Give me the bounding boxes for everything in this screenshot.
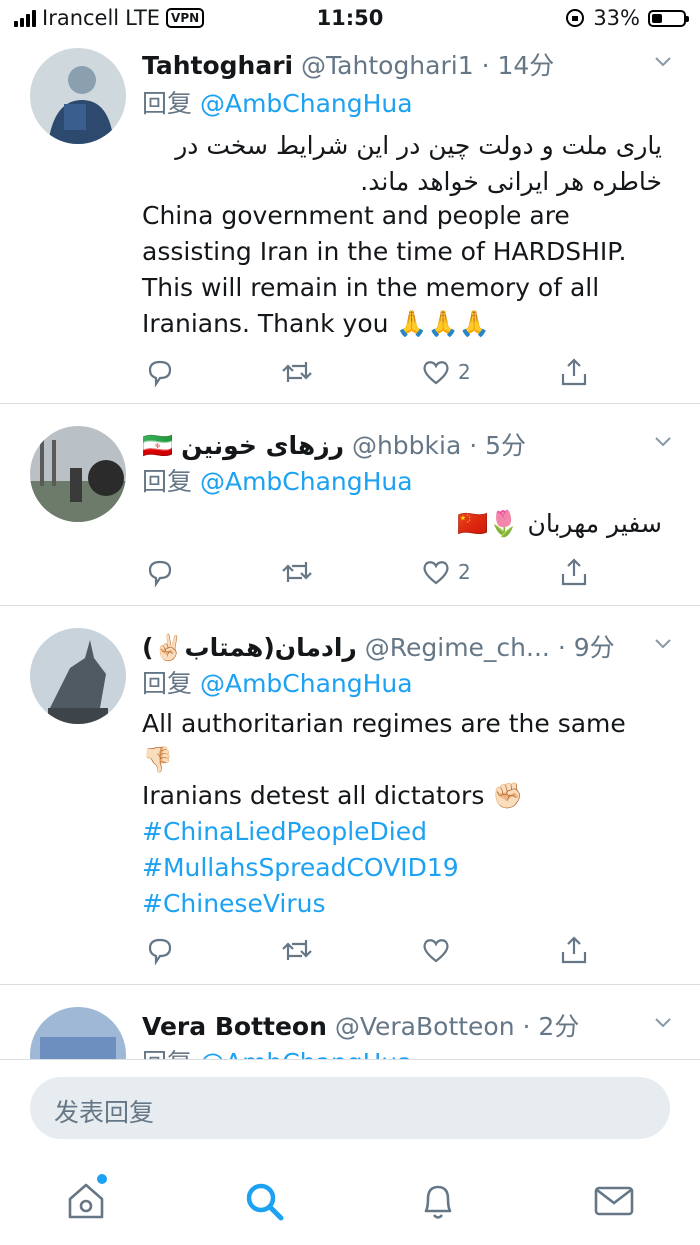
text-line: خاطره هر ایرانی خواهد ماند. — [360, 167, 662, 196]
timestamp: · 2分 — [522, 1012, 580, 1041]
text-line: 👎🏻 — [142, 745, 174, 774]
flag-icon: 🇮🇷 — [142, 431, 174, 460]
share-icon — [561, 558, 587, 586]
share-button[interactable] — [558, 932, 590, 968]
notifications-icon[interactable] — [414, 1177, 462, 1225]
like-count: 2 — [458, 360, 471, 384]
retweet-button[interactable] — [280, 354, 314, 390]
reply-label: 回复 — [142, 1048, 192, 1059]
reply-button[interactable] — [144, 354, 176, 390]
text-line: China government and people are — [142, 201, 570, 230]
chevron-down-icon[interactable] — [654, 634, 672, 652]
tweet-text: سفیر مهربان 🌷🇨🇳 — [142, 506, 662, 542]
timestamp: · 5分 — [469, 431, 527, 460]
share-button[interactable] — [558, 554, 590, 590]
new-activity-dot — [97, 1174, 107, 1184]
handle[interactable]: @hbbkia — [352, 431, 461, 460]
timestamp: · 14分 — [481, 51, 555, 80]
share-button[interactable] — [558, 354, 590, 390]
home-icon[interactable] — [62, 1177, 110, 1225]
tweet-actions: 2 — [140, 354, 600, 390]
retweet-icon — [282, 362, 312, 382]
retweet-icon — [282, 940, 312, 960]
reply-icon — [148, 360, 172, 388]
retweet-button[interactable] — [280, 554, 314, 590]
tweet[interactable]: Tahtoghari @Tahtoghari1 · 14分 回复 @AmbCha… — [0, 38, 700, 404]
text-line: All authoritarian regimes are the same — [142, 709, 626, 738]
reply-mention[interactable]: @AmbChangHua — [200, 89, 413, 118]
hashtag-link[interactable]: #ChineseVirus — [142, 886, 662, 922]
reply-mention[interactable]: @AmbChangHua — [200, 1048, 413, 1059]
battery-percent: 33% — [593, 6, 640, 30]
battery-icon — [648, 9, 689, 27]
avatar[interactable] — [30, 426, 126, 522]
reply-button[interactable] — [144, 554, 176, 590]
heart-icon — [423, 939, 449, 963]
reply-label: 回复 — [142, 467, 193, 496]
status-bar: Irancell LTE VPN 11:50 33% — [0, 0, 700, 38]
retweet-button[interactable] — [280, 932, 314, 968]
tweet-actions: 2 — [140, 554, 600, 590]
heart-icon — [423, 561, 449, 585]
handle[interactable]: @Tahtoghari1 — [301, 51, 474, 80]
heart-icon — [423, 361, 449, 385]
chevron-down-icon[interactable] — [654, 432, 672, 450]
tweet[interactable]: Vera Botteon @VeraBotteon · 2分 回复 @AmbCh… — [0, 985, 700, 1059]
like-count: 2 — [458, 560, 471, 584]
display-name[interactable]: Vera Botteon — [142, 1012, 327, 1041]
tweet[interactable]: رادمان(همتاب✌🏻) @Regime_ch... · 9分 回复 @A… — [0, 606, 700, 985]
chevron-down-icon[interactable] — [654, 52, 672, 70]
handle[interactable]: @VeraBotteon — [335, 1012, 515, 1041]
reply-context: 回复 @AmbChangHua — [142, 84, 413, 120]
reply-input[interactable]: 发表回复 — [30, 1077, 670, 1139]
reply-composer: 发表回复 — [0, 1059, 700, 1166]
tweet-actions — [140, 932, 600, 968]
tweet-text: All authoritarian regimes are the same 👎… — [142, 706, 662, 922]
orientation-lock-icon — [566, 9, 585, 27]
text-line: یاری ملت و دولت چین در این شرایط سخت در — [175, 131, 662, 160]
text-line: Iranians detest all dictators ✊🏻 — [142, 781, 524, 810]
reply-context: 回复 @AmbChangHua — [142, 1043, 413, 1059]
share-icon — [561, 358, 587, 386]
tweet-text-persian: یاری ملت و دولت چین در این شرایط سخت در … — [142, 128, 662, 200]
tweet[interactable]: 🇮🇷 رزهای خونین @hbbkia · 5分 回复 @AmbChang… — [0, 404, 700, 606]
timestamp: · 9分 — [557, 633, 615, 662]
display-name[interactable]: رزهای خونین — [181, 431, 344, 460]
avatar[interactable] — [30, 628, 126, 724]
reply-context: 回复 @AmbChangHua — [142, 664, 413, 700]
like-button[interactable] — [420, 932, 458, 968]
messages-icon[interactable] — [590, 1177, 638, 1225]
display-name[interactable]: رادمان(همتاب✌🏻) — [142, 633, 357, 662]
reply-mention[interactable]: @AmbChangHua — [200, 669, 413, 698]
retweet-icon — [282, 562, 312, 582]
tweet-text: China government and people are assistin… — [142, 198, 662, 342]
like-button[interactable]: 2 — [420, 554, 471, 590]
like-button[interactable]: 2 — [420, 354, 471, 390]
reply-icon — [148, 560, 172, 588]
reply-context: 回复 @AmbChangHua — [142, 462, 413, 498]
reply-input-placeholder: 发表回复 — [54, 1098, 155, 1127]
reply-mention[interactable]: @AmbChangHua — [200, 467, 413, 496]
avatar[interactable] — [30, 1007, 126, 1059]
search-icon[interactable] — [240, 1177, 288, 1225]
hashtag-link[interactable]: #MullahsSpreadCOVID19 — [142, 850, 662, 886]
text-line: assisting Iran in the time of HARDSHIP. — [142, 237, 627, 266]
chevron-down-icon[interactable] — [654, 1013, 672, 1031]
share-icon — [561, 936, 587, 964]
display-name[interactable]: Tahtoghari — [142, 51, 293, 80]
avatar[interactable] — [30, 48, 126, 144]
text-line: Iranians. Thank you 🙏🙏🙏 — [142, 309, 490, 338]
text-line: This will remain in the memory of all — [142, 273, 600, 302]
reply-icon — [148, 938, 172, 966]
hashtag-link[interactable]: #ChinaLiedPeopleDied — [142, 814, 662, 850]
reply-label: 回复 — [142, 89, 193, 118]
handle[interactable]: @Regime_ch... — [365, 633, 550, 662]
reply-label: 回复 — [142, 669, 193, 698]
text-line: سفیر مهربان 🌷🇨🇳 — [457, 509, 662, 538]
reply-button[interactable] — [144, 932, 176, 968]
